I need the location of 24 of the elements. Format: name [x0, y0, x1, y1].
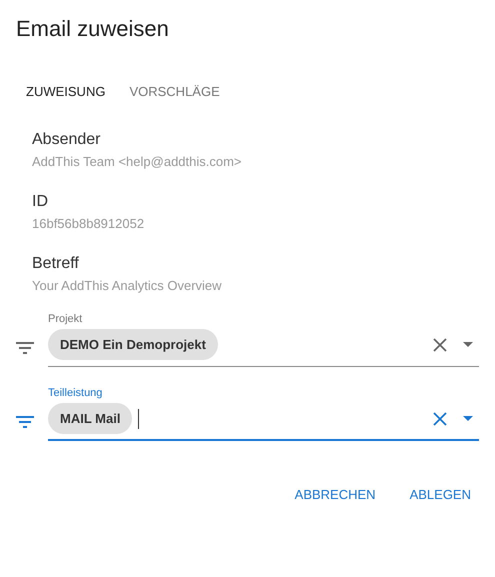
filter-icon[interactable] [16, 416, 34, 428]
close-icon[interactable] [433, 338, 447, 352]
detail-label: Absender [32, 131, 102, 149]
dialog-button[interactable]: ABBRECHEN [286, 481, 384, 508]
chip[interactable]: DEMO Ein Demoprojekt [48, 329, 218, 360]
close-icon[interactable] [433, 412, 447, 426]
detail-value: 16bf56b8b8912052 [32, 216, 146, 231]
dropdown-arrow-icon[interactable] [463, 416, 473, 421]
field-label: Projekt [48, 313, 82, 325]
dialog-title: Email zuweisen [16, 16, 170, 42]
select-field[interactable]: Projekt DEMO Ein Demoprojekt [48, 313, 479, 367]
select-field[interactable]: Teilleistung MAIL Mail [48, 387, 479, 441]
dropdown-arrow-icon[interactable] [463, 342, 473, 347]
detail-label: ID [32, 193, 49, 211]
dialog-button[interactable]: ABLEGEN [402, 481, 479, 508]
chip[interactable]: MAIL Mail [48, 403, 132, 434]
text-cursor [138, 408, 140, 428]
tab[interactable]: VORSCHLÄGE [119, 84, 230, 99]
detail-value: AddThis Team <help@addthis.com> [32, 154, 243, 169]
detail-value: Your AddThis Analytics Overview [32, 278, 223, 293]
tab[interactable]: ZUWEISUNG [16, 84, 116, 99]
detail-label: Betreff [32, 255, 80, 273]
filter-icon[interactable] [16, 342, 34, 354]
field-label: Teilleistung [48, 387, 102, 399]
